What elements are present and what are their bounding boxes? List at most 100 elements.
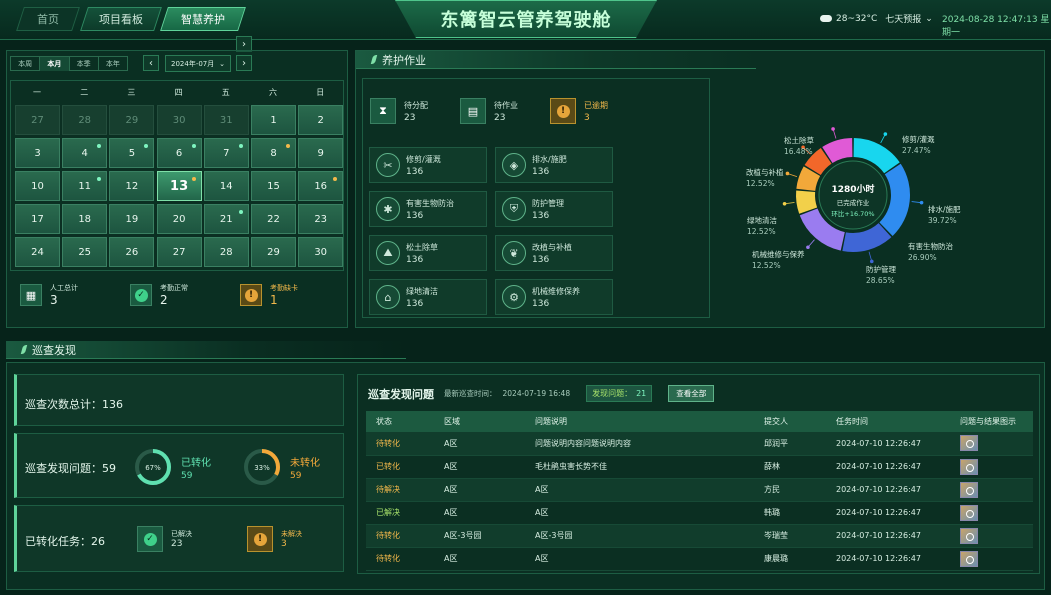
status-pending[interactable]: ▤ 待作业 23 (460, 98, 518, 124)
alert-icon: ! (240, 284, 262, 306)
calendar-day[interactable]: 9 (298, 138, 344, 168)
calendar-day[interactable]: 27 (156, 237, 202, 267)
task-card[interactable]: ✂ 修剪/灌溉 136 (369, 147, 487, 183)
calendar-day[interactable]: 7 (203, 138, 249, 168)
submitter-cell: 康晨璐 (754, 547, 826, 571)
weekday-header: 一 (33, 88, 41, 97)
status-unassigned[interactable]: ⧗ 待分配 23 (370, 98, 428, 124)
table-row[interactable]: 已解决 A区 A区 韩璐 2024-07-10 12:26:47 (366, 501, 1033, 525)
status-overdue[interactable]: ! 已逾期 3 (550, 98, 608, 124)
calendar-day[interactable]: 30 (298, 237, 344, 267)
calendar-day[interactable]: 8 (251, 138, 296, 168)
calendar-day[interactable]: 10 (15, 171, 60, 201)
calendar-day[interactable]: 23 (298, 204, 344, 234)
range-week[interactable]: 本周 (11, 57, 41, 71)
calendar-day[interactable]: 15 (251, 171, 296, 201)
calendar-day[interactable]: 30 (156, 105, 202, 135)
result-image-thumbnail[interactable] (960, 504, 978, 521)
calendar-day[interactable]: 2 (298, 105, 344, 135)
calendar-day[interactable]: 11 (62, 171, 108, 201)
description-cell: A区 (525, 547, 754, 571)
result-image-thumbnail[interactable] (960, 458, 978, 475)
result-image-thumbnail[interactable] (960, 435, 978, 452)
calendar-day[interactable]: 29 (251, 237, 296, 267)
result-image-thumbnail[interactable] (960, 481, 978, 498)
calendar-day[interactable]: 26 (109, 237, 155, 267)
calendar-day[interactable]: 22 (251, 204, 296, 234)
calendar-day[interactable]: 6 (156, 138, 202, 168)
donut-label-protection: 防护管理 28.65% (866, 265, 896, 285)
donut-leader-dot (806, 245, 810, 250)
task-card[interactable]: ❦ 改植与补植 136 (495, 235, 613, 271)
tab-project-board[interactable]: 项目看板 (80, 7, 162, 31)
range-quarter[interactable]: 本季 (70, 57, 99, 71)
status-cell: 已解决 (366, 501, 434, 525)
result-image-thumbnail[interactable] (960, 527, 978, 544)
calendar-day[interactable]: 17 (15, 204, 60, 234)
table-row[interactable]: 已转化 A区 毛杜鹃虫害长势不佳 薛林 2024-07-10 12:26:47 (366, 455, 1033, 479)
converted-tasks-value: 26 (91, 535, 105, 548)
event-dot (286, 144, 290, 148)
calendar-day[interactable]: 4 (62, 138, 108, 168)
attendance-stats: ▦ 人工总计 3 ✓ 考勤正常 2 ! 考勤缺卡 1 (18, 280, 338, 322)
weather-widget[interactable]: 28~32°C 七天预报 ⌄ (820, 12, 933, 25)
unconverted-ring: 33% (244, 449, 280, 485)
time-cell: 2024-07-10 12:26:47 (826, 455, 950, 479)
event-dot (238, 210, 243, 214)
calendar-day[interactable]: 24 (15, 237, 60, 267)
calendar-day[interactable]: 16 (298, 171, 344, 201)
task-card[interactable]: ✱ 有害生物防治 136 (369, 191, 487, 227)
clipboard-icon: ▤ (460, 98, 486, 124)
calendar-day-today[interactable]: 13 (156, 171, 202, 201)
donut-leader-dot (831, 127, 835, 131)
tab-home[interactable]: 首页 (16, 7, 80, 31)
next-month-button[interactable]: › (236, 55, 252, 71)
alert-icon: ! (247, 526, 273, 552)
weekday-header: 五 (221, 88, 230, 97)
area-cell: A区 (434, 455, 525, 479)
calendar-day[interactable]: 12 (109, 171, 155, 201)
calendar-day[interactable]: 3 (15, 138, 60, 168)
task-card[interactable]: ⛰ 松土除草 136 (369, 235, 487, 271)
table-row[interactable]: 待解决 A区 A区 方民 2024-07-10 12:26:47 (366, 478, 1033, 502)
task-card[interactable]: ◈ 排水/施肥 136 (495, 147, 613, 183)
tab-smart-maintenance[interactable]: 智慧养护 (160, 7, 246, 31)
work-hours-donut: 1280小时 已完成作业 环比+16.70% 修剪/灌溉 27.47% 排水/施肥… (720, 80, 1038, 320)
calendar-day[interactable]: 19 (109, 204, 155, 234)
table-row[interactable]: 待转化 A区 问题说明内容问题说明内容 邱润平 2024-07-10 12:26:47 (366, 432, 1033, 456)
table-row[interactable]: 待转化 A区-3号园 A区-3号园 岑瑞莹 2024-07-10 12:26:47 (366, 524, 1033, 548)
prev-month-button[interactable]: ‹ (143, 55, 159, 71)
task-card[interactable]: ⌂ 绿地清洁 136 (369, 279, 487, 315)
wrench-icon: ⚙ (502, 285, 526, 309)
forecast-link[interactable]: 七天预报 (885, 12, 921, 25)
donut-label-cleaning: 绿地清洁 12.52% (747, 216, 777, 236)
calendar-day[interactable]: 18 (62, 204, 108, 234)
calendar-day[interactable]: 20 (156, 204, 202, 234)
calendar-day[interactable]: 27 (15, 105, 60, 135)
inspection-total-value: 136 (102, 398, 123, 411)
stat-total: ▦ 人工总计 3 (20, 283, 78, 307)
calendar-day[interactable]: 28 (203, 237, 249, 267)
calendar-day[interactable]: 1 (251, 105, 296, 135)
table-row[interactable]: 待转化 A区 A区 康晨璐 2024-07-10 12:26:47 (366, 547, 1033, 571)
range-month[interactable]: 本月 (40, 57, 70, 71)
found-count-badge: 发现问题： 21 (586, 385, 653, 402)
soil-icon: ⛰ (376, 241, 400, 265)
calendar-day[interactable]: 28 (62, 105, 108, 135)
status-cell: 已转化 (366, 455, 434, 479)
result-image-thumbnail[interactable] (960, 550, 978, 567)
submitter-cell: 方民 (754, 478, 826, 502)
calendar-day[interactable]: 31 (203, 105, 249, 135)
table-header-row: 状态 区域 问题说明 提交人 任务时间 问题与结果图示 (366, 411, 1033, 432)
calendar-day[interactable]: 5 (109, 138, 155, 168)
event-dot (97, 177, 102, 181)
calendar-day[interactable]: 29 (109, 105, 155, 135)
calendar-day[interactable]: 14 (203, 171, 249, 201)
calendar-day[interactable]: 21 (203, 204, 249, 234)
range-year[interactable]: 本年 (99, 57, 127, 71)
calendar-day[interactable]: 25 (62, 237, 108, 267)
view-all-button[interactable]: 查看全部 (668, 385, 715, 402)
month-select[interactable]: 2024年-07月 ⌄ (165, 55, 231, 72)
task-card[interactable]: ⚙ 机械维修保养 136 (495, 279, 613, 315)
task-card[interactable]: ⛨ 防护管理 136 (495, 191, 613, 227)
